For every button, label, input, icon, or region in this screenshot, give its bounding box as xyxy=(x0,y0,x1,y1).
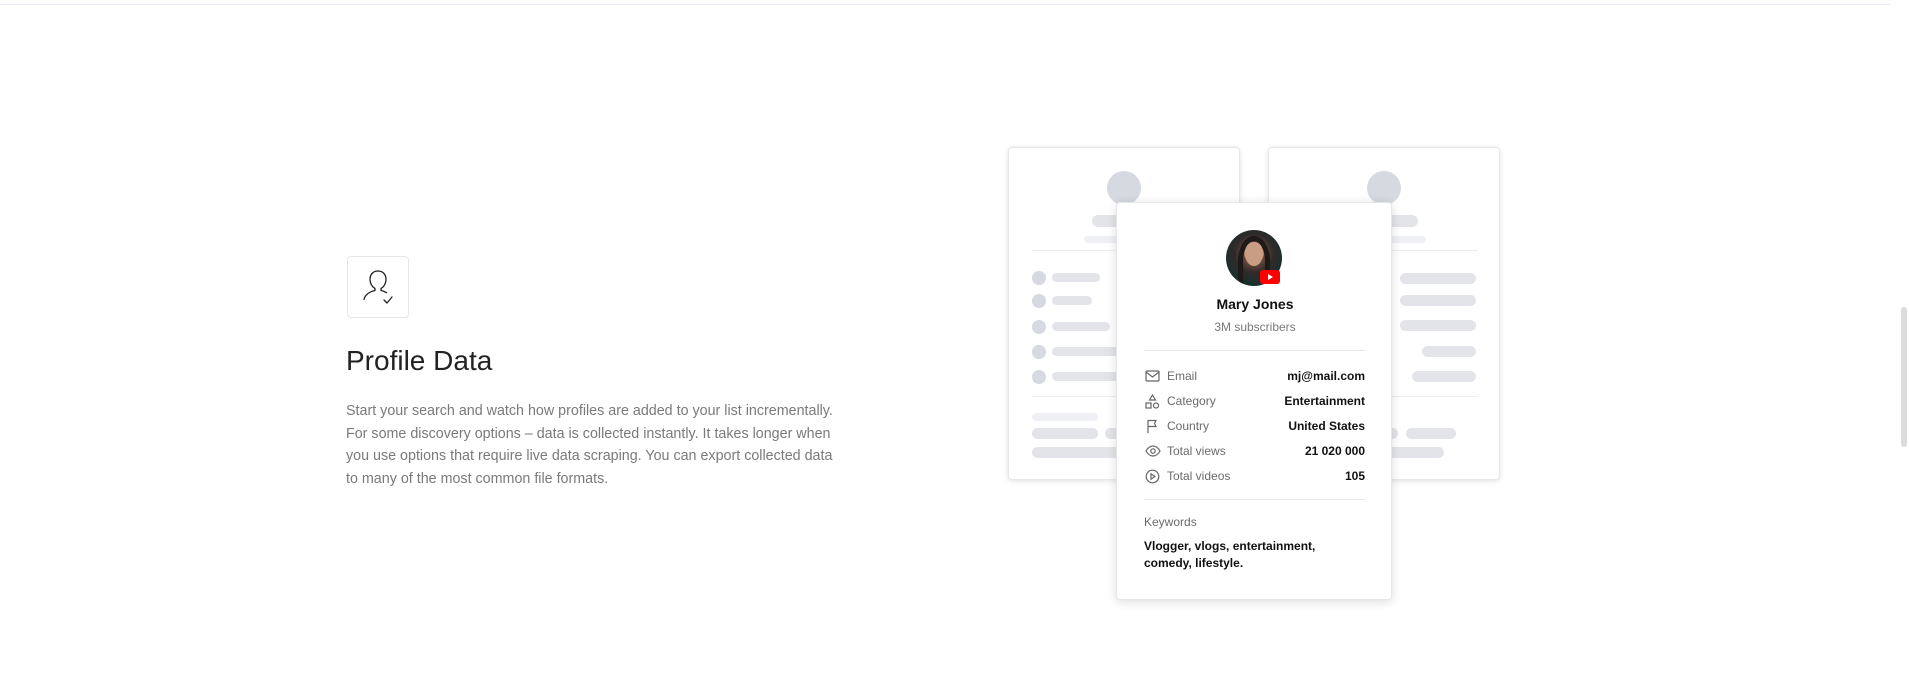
skeleton-line xyxy=(1052,322,1110,331)
user-check-icon xyxy=(363,270,393,304)
info-label: Country xyxy=(1167,419,1210,433)
profile-card: Mary Jones 3M subscribers Email mj@mail.… xyxy=(1116,202,1392,600)
skeleton-dot xyxy=(1032,271,1046,285)
skeleton-line xyxy=(1032,428,1098,439)
skeleton-line xyxy=(1052,296,1092,305)
info-value: mj@mail.com xyxy=(1287,369,1365,383)
card-divider xyxy=(1144,499,1365,500)
skeleton-line xyxy=(1032,413,1098,421)
feature-description: Start your search and watch how profiles… xyxy=(346,403,833,487)
shapes-icon xyxy=(1144,393,1161,410)
skeleton-dot xyxy=(1032,370,1046,384)
keywords-value: Vlogger, vlogs, entertainment, comedy, l… xyxy=(1144,539,1316,570)
info-row-country: Country United States xyxy=(1144,417,1365,435)
avatar-face xyxy=(1245,242,1263,266)
keywords-label: Keywords xyxy=(1144,515,1197,529)
skeleton-avatar xyxy=(1107,171,1141,205)
profile-subscribers: 3M subscribers xyxy=(1214,320,1296,334)
profile-name: Mary Jones xyxy=(1216,296,1294,312)
eye-icon xyxy=(1144,443,1161,460)
skeleton-line xyxy=(1400,295,1476,306)
info-value: 105 xyxy=(1344,469,1365,483)
feature-icon-box xyxy=(347,256,409,318)
scrollbar[interactable] xyxy=(1890,0,1909,691)
info-label: Total videos xyxy=(1167,469,1231,483)
info-value: United States xyxy=(1288,419,1365,433)
top-divider xyxy=(0,0,1890,5)
skeleton-line xyxy=(1400,320,1476,331)
skeleton-line xyxy=(1052,372,1122,381)
info-value: 21 020 000 xyxy=(1304,444,1365,458)
info-label: Email xyxy=(1167,369,1198,383)
mail-icon xyxy=(1144,368,1161,385)
skeleton-dot xyxy=(1032,320,1046,334)
info-label: Category xyxy=(1167,394,1216,408)
scrollbar-thumb[interactable] xyxy=(1901,307,1907,447)
info-row-total-views: Total views 21 020 000 xyxy=(1144,442,1365,460)
skeleton-dot xyxy=(1032,294,1046,308)
info-row-total-videos: Total videos 105 xyxy=(1144,467,1365,485)
skeleton-line xyxy=(1052,347,1122,356)
youtube-icon xyxy=(1260,270,1280,284)
skeleton-line xyxy=(1422,346,1476,357)
card-divider xyxy=(1144,350,1365,351)
feature-title: Profile Data xyxy=(346,345,493,376)
skeleton-avatar xyxy=(1367,171,1401,205)
skeleton-line xyxy=(1400,273,1476,284)
skeleton-line xyxy=(1384,447,1444,458)
info-value: Entertainment xyxy=(1284,394,1365,408)
page: Profile Data Start your search and watch… xyxy=(0,0,1909,691)
info-row-email: Email mj@mail.com xyxy=(1144,367,1365,385)
skeleton-line xyxy=(1412,371,1476,382)
info-label: Total views xyxy=(1167,444,1226,458)
skeleton-line xyxy=(1052,273,1100,282)
play-circle-icon xyxy=(1144,468,1161,485)
flag-icon xyxy=(1144,418,1161,435)
skeleton-line xyxy=(1406,428,1456,439)
info-row-category: Category Entertainment xyxy=(1144,392,1365,410)
skeleton-dot xyxy=(1032,345,1046,359)
